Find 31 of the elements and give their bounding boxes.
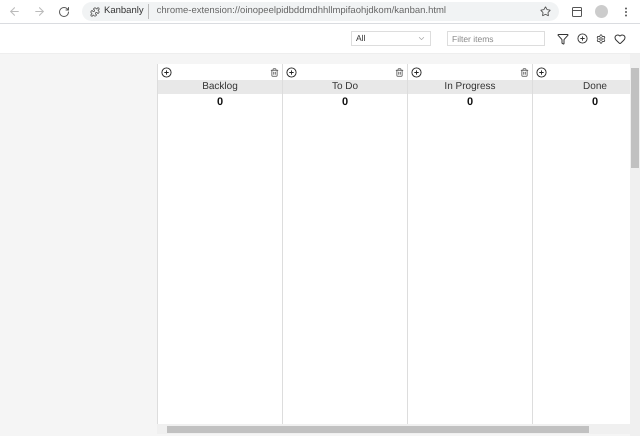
trash-icon[interactable] bbox=[395, 68, 404, 76]
trash-icon[interactable] bbox=[270, 68, 279, 76]
reload-icon[interactable] bbox=[58, 6, 70, 18]
filter-input[interactable]: Filter items bbox=[447, 31, 545, 46]
column-count: 0 bbox=[340, 95, 350, 110]
site-name: Kanbanly bbox=[104, 4, 149, 19]
column-count: 0 bbox=[216, 95, 224, 110]
add-card-icon[interactable] bbox=[286, 66, 297, 78]
star-icon[interactable] bbox=[540, 6, 551, 17]
window-icon[interactable] bbox=[571, 6, 583, 18]
heart-icon[interactable] bbox=[614, 32, 626, 44]
column-title: In Progress bbox=[408, 80, 532, 94]
add-card-icon[interactable] bbox=[536, 66, 547, 78]
trash-icon[interactable] bbox=[520, 68, 529, 76]
horizontal-scrollbar[interactable] bbox=[157, 424, 630, 434]
chevron-down-icon bbox=[417, 34, 426, 43]
column-title: Backlog bbox=[158, 80, 282, 94]
address-bar[interactable]: Kanbanly chrome-extension://oinopeelpidbddmdhhllmpifaohjdkom/kanban.html bbox=[82, 2, 559, 21]
settings-icon[interactable] bbox=[596, 34, 606, 44]
extension-icon bbox=[90, 6, 100, 16]
column-count: 0 bbox=[590, 95, 600, 110]
add-card-icon[interactable] bbox=[161, 66, 172, 78]
url-text: chrome-extension://oinopeelpidbddmdhhllmpifaohjdkom/kanban.html bbox=[156, 4, 446, 18]
add-icon[interactable] bbox=[577, 33, 588, 44]
add-card-icon[interactable] bbox=[411, 66, 422, 78]
filter-icon[interactable] bbox=[557, 32, 569, 44]
column-title: To Do bbox=[283, 80, 407, 94]
vertical-scrollbar[interactable] bbox=[630, 54, 640, 436]
status-select[interactable]: All bbox=[351, 31, 431, 46]
column-count: 0 bbox=[466, 95, 474, 110]
column-title: Done bbox=[533, 80, 630, 94]
